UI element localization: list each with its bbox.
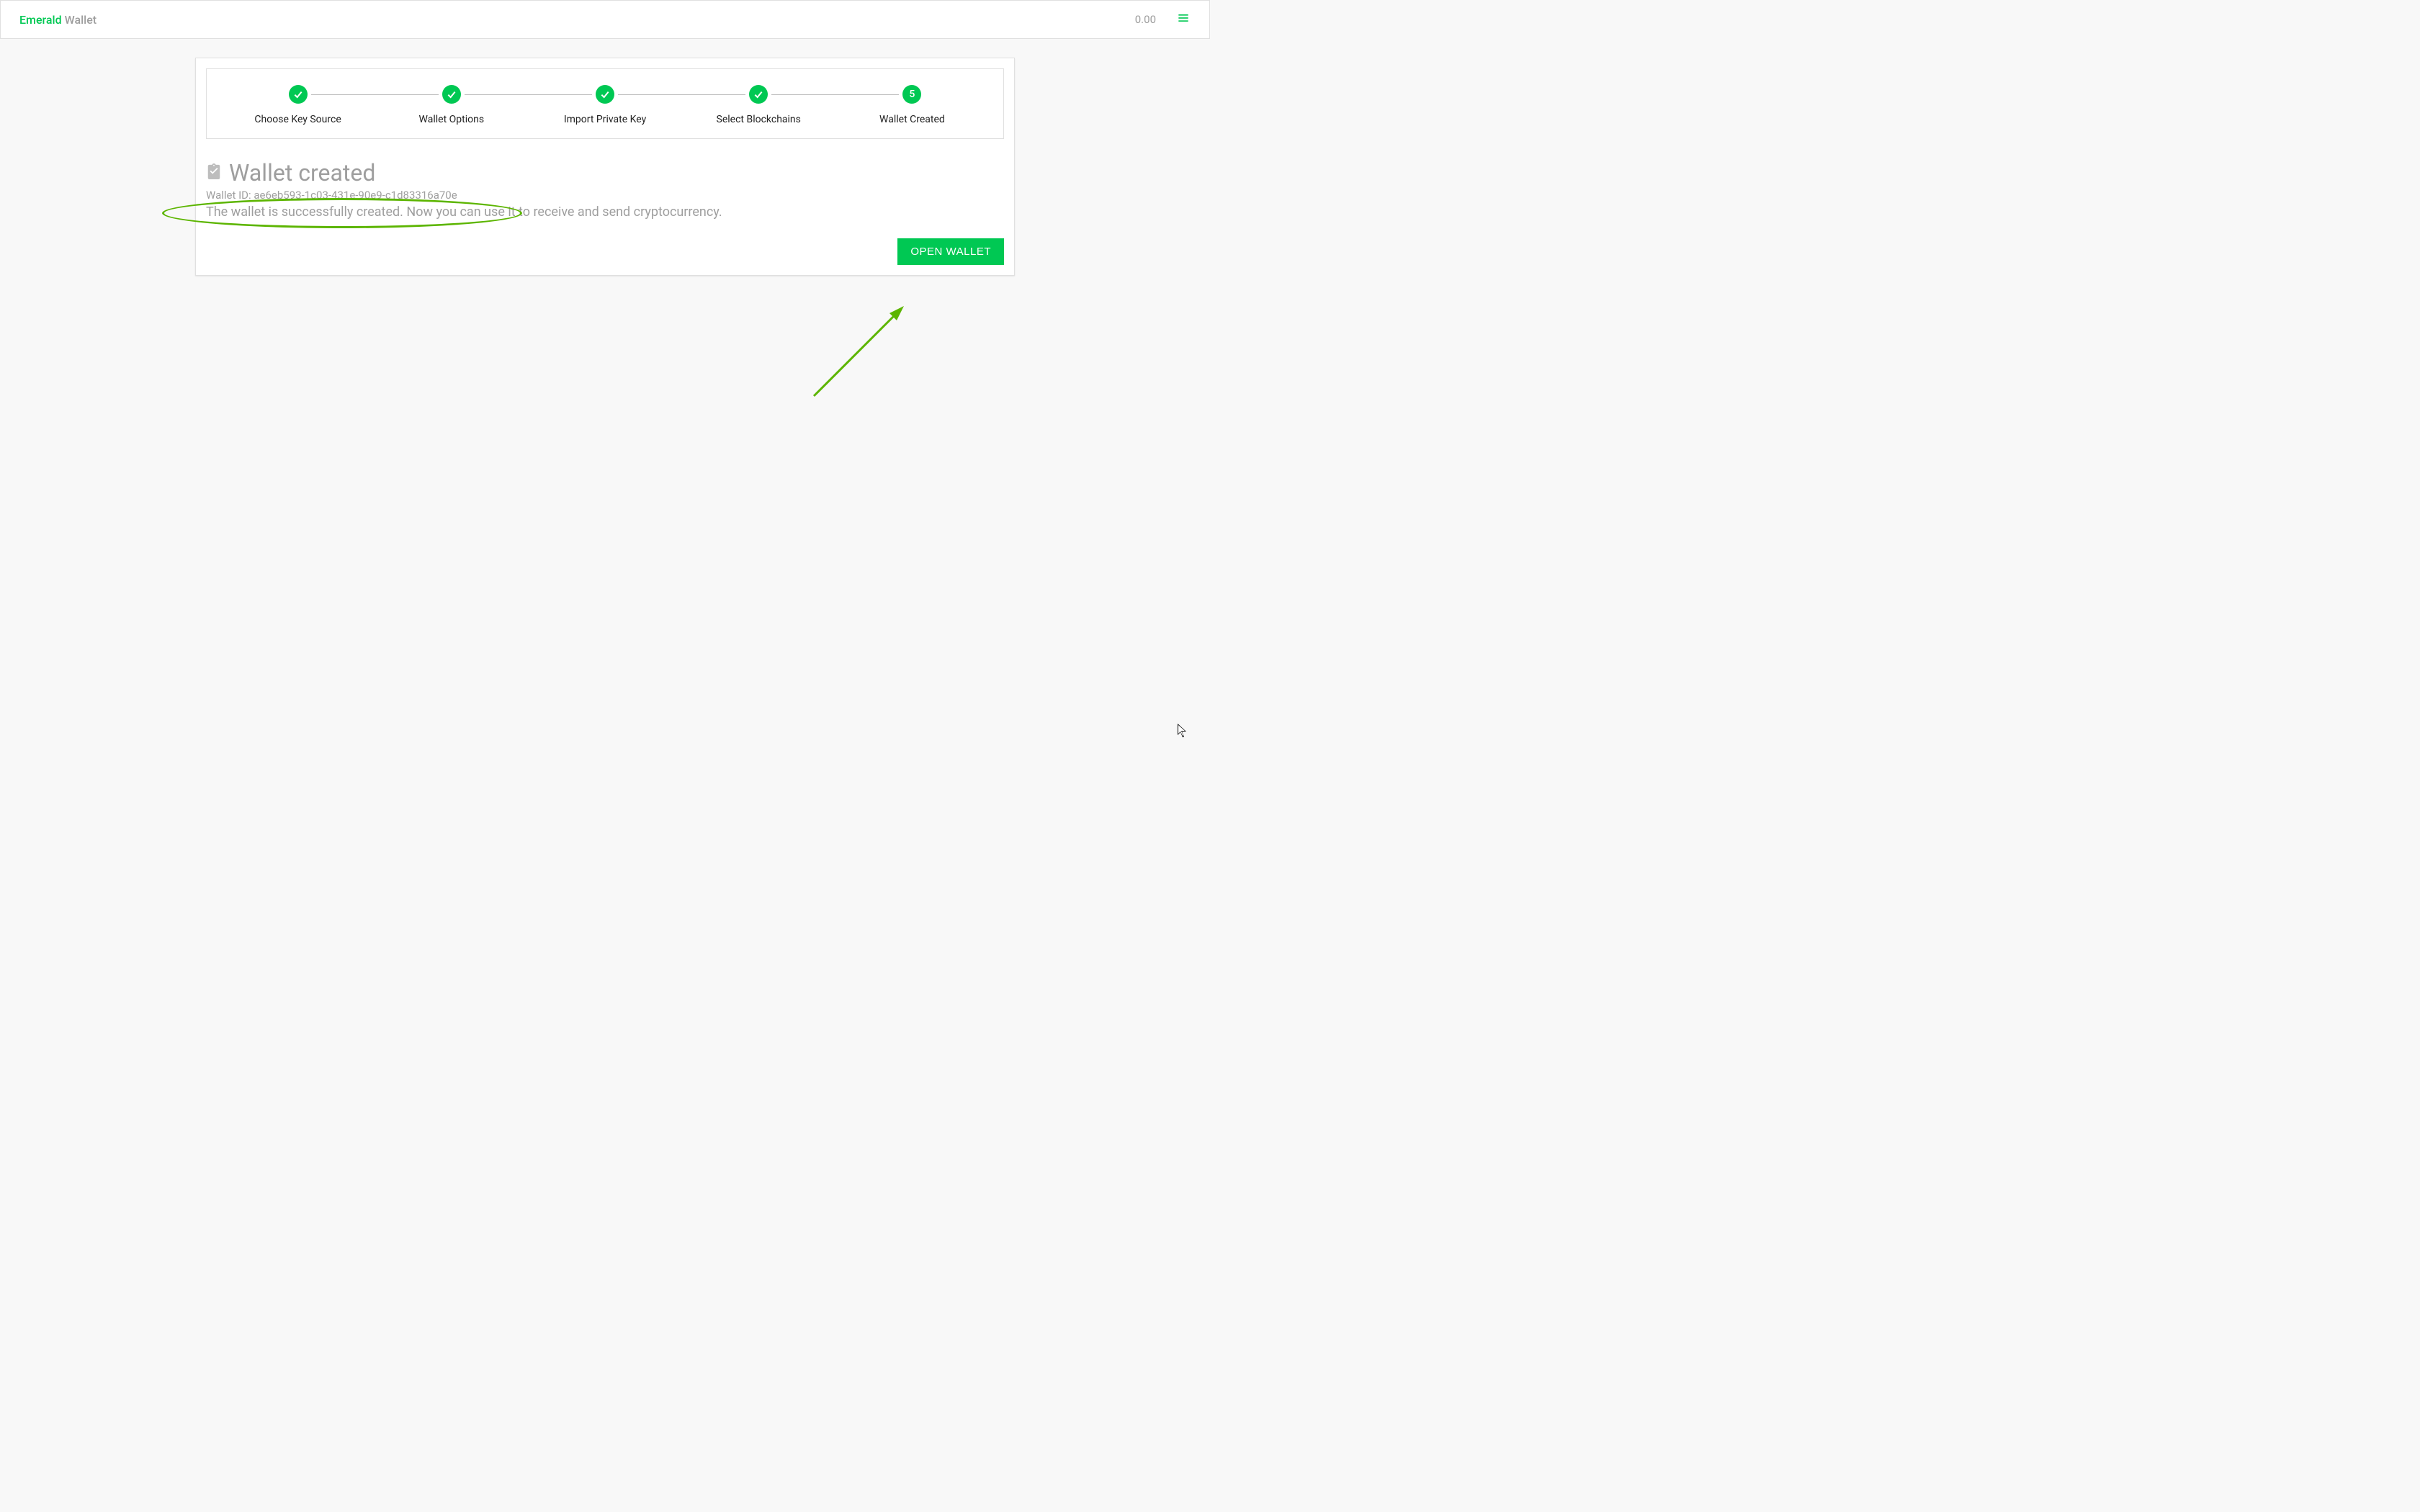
clipboard-check-icon [206, 162, 222, 184]
header-right: 0.00 [1135, 11, 1191, 28]
check-icon [289, 85, 308, 104]
step-wallet-created: 5 Wallet Created [835, 85, 989, 125]
step-import-private-key: Import Private Key [528, 85, 681, 125]
step-number-icon: 5 [902, 85, 921, 104]
app-header: Emerald Wallet 0.00 [0, 0, 1210, 39]
app-logo: Emerald Wallet [19, 13, 97, 27]
balance-value: 0.00 [1135, 13, 1156, 26]
cursor-icon [1178, 724, 1188, 738]
step-label: Select Blockchains [717, 114, 801, 125]
step-choose-key-source: Choose Key Source [221, 85, 375, 125]
logo-product: Wallet [62, 13, 97, 27]
menu-icon[interactable] [1176, 11, 1191, 28]
wizard-card: Choose Key Source Wallet Options [195, 58, 1015, 276]
result-description: The wallet is successfully created. Now … [206, 204, 1004, 220]
wallet-id-value: ae6eb593-1c03-431e-90e9-c1d83316a70e [254, 189, 457, 202]
result-title-row: Wallet created [206, 159, 1004, 186]
button-row: Open Wallet [206, 238, 1004, 265]
step-label: Wallet Created [879, 114, 945, 125]
open-wallet-button[interactable]: Open Wallet [897, 238, 1004, 265]
step-wallet-options: Wallet Options [375, 85, 528, 125]
wallet-id-row: Wallet ID: ae6eb593-1c03-431e-90e9-c1d83… [206, 189, 457, 202]
step-label: Wallet Options [419, 114, 485, 125]
logo-brand: Emerald [19, 13, 62, 27]
check-icon [749, 85, 768, 104]
main-content: Choose Key Source Wallet Options [0, 39, 1210, 294]
check-icon [442, 85, 461, 104]
result-title: Wallet created [229, 159, 375, 186]
annotation-arrow [771, 302, 915, 432]
result-section: Wallet created Wallet ID: ae6eb593-1c03-… [206, 159, 1004, 265]
step-select-blockchains: Select Blockchains [682, 85, 835, 125]
stepper: Choose Key Source Wallet Options [221, 85, 989, 125]
wallet-id-label: Wallet ID: [206, 189, 254, 202]
check-icon [596, 85, 614, 104]
step-label: Choose Key Source [254, 114, 341, 125]
step-label: Import Private Key [564, 114, 646, 125]
stepper-container: Choose Key Source Wallet Options [206, 68, 1004, 139]
